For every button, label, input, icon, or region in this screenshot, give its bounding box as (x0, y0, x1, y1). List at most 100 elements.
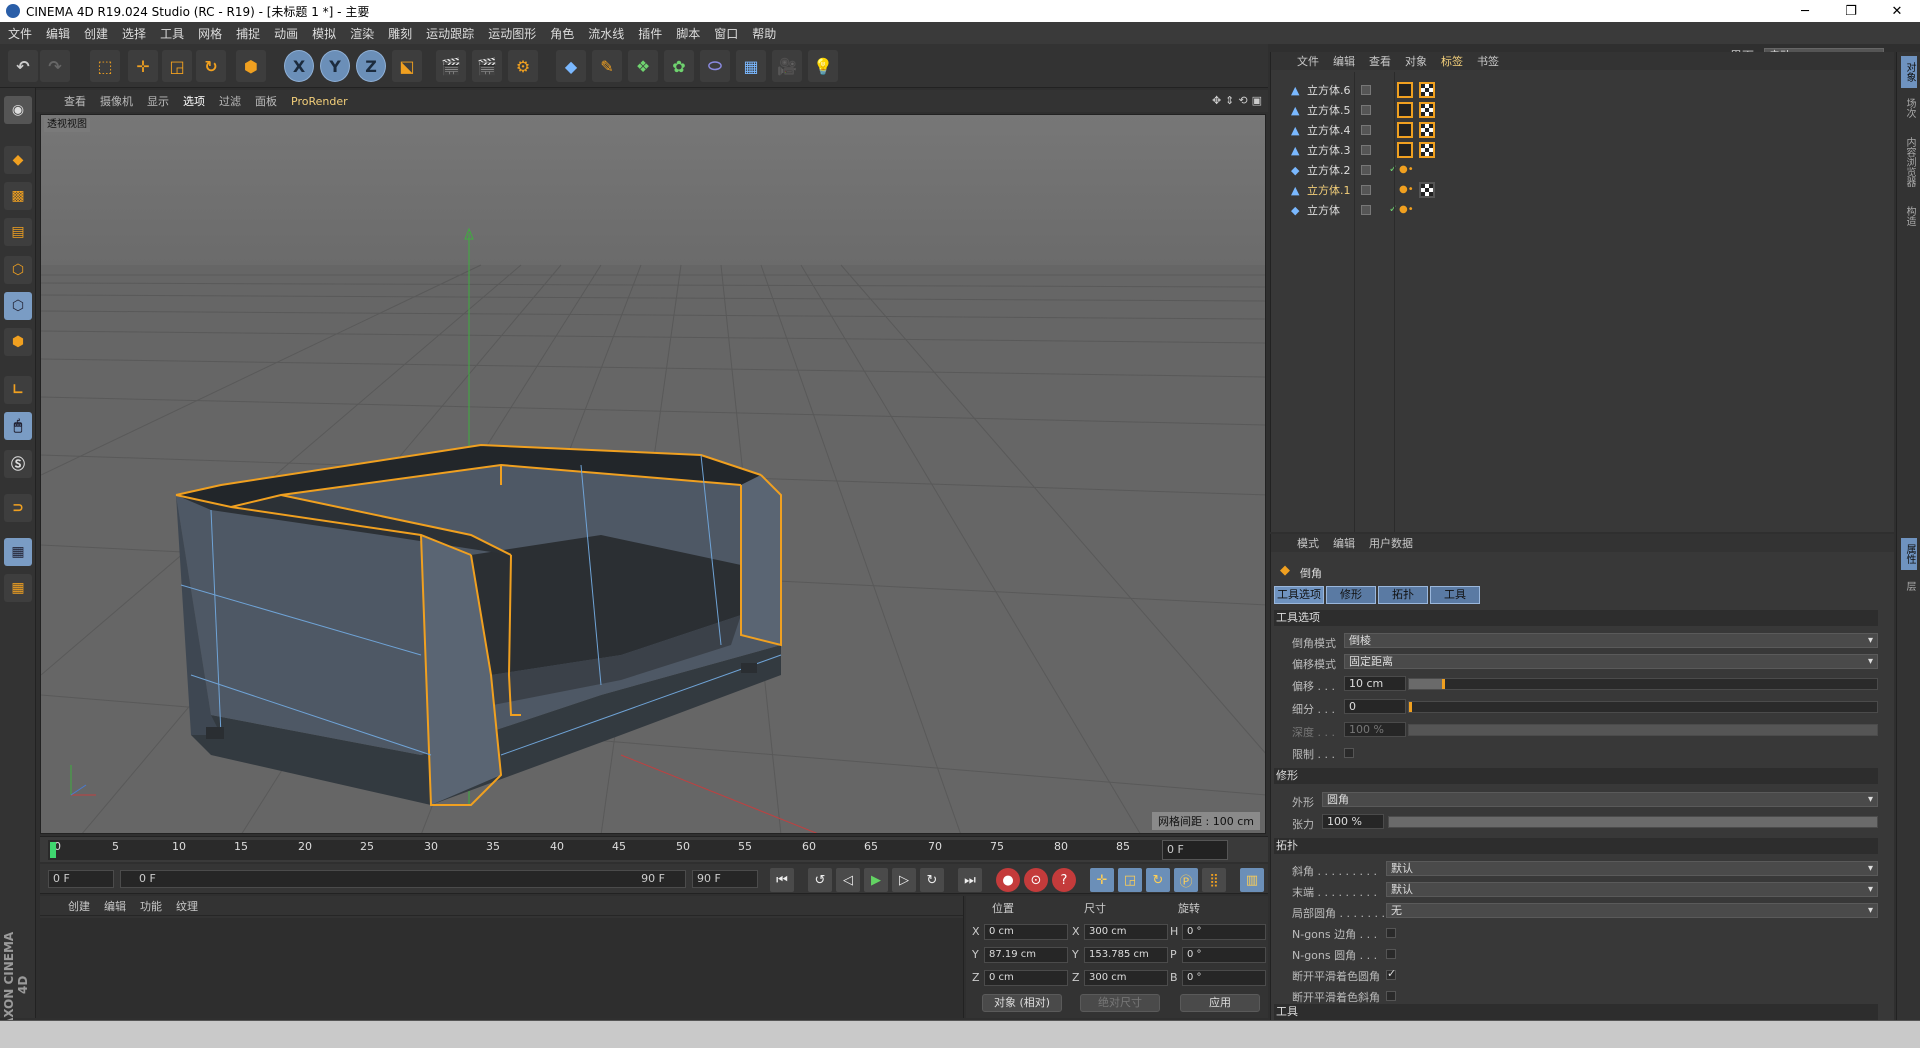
tab-topology[interactable]: 拓扑 (1378, 586, 1428, 604)
render-settings-icon[interactable]: ⚙ (508, 50, 538, 82)
subdivision-slider[interactable] (1408, 701, 1878, 713)
z-axis-lock-button[interactable]: Z (356, 50, 386, 82)
play-icon[interactable]: ▶ (864, 868, 888, 892)
menu-plugins[interactable]: 插件 (638, 25, 662, 42)
offset-field[interactable]: 10 cm (1344, 676, 1406, 691)
menu-mesh[interactable]: 网格 (198, 25, 222, 42)
break-phong-round-checkbox[interactable] (1386, 967, 1396, 980)
object-row[interactable]: ▲ 立方体.5 (1271, 100, 1895, 119)
material-tag-icon[interactable] (1397, 101, 1413, 118)
depth-slider[interactable] (1408, 724, 1878, 736)
key-pla-icon[interactable]: ⣿ (1202, 868, 1226, 892)
enable-axis-icon[interactable]: ∟ (4, 376, 32, 404)
rot-p-field[interactable]: 0 ° (1182, 947, 1266, 963)
object-row[interactable]: ▲ 立方体.4 (1271, 120, 1895, 139)
maximize-icon[interactable]: ❐ (1828, 0, 1874, 22)
tweak-mode-icon[interactable]: 🖱 (4, 412, 32, 440)
pen-spline-icon[interactable]: ✎ (592, 50, 622, 82)
menu-render[interactable]: 渲染 (350, 25, 374, 42)
viewport-menu-panel[interactable]: 面板 (255, 93, 277, 109)
size-mode-dropdown[interactable]: 绝对尺寸 (1080, 994, 1160, 1012)
size-x-field[interactable]: 300 cm (1084, 924, 1168, 940)
visibility-toggle[interactable] (1361, 184, 1371, 195)
object-row[interactable]: ◆ 立方体 ✓ ●• (1271, 200, 1895, 219)
menu-select[interactable]: 选择 (122, 25, 146, 42)
section-tool-options[interactable]: 工具选项 (1274, 610, 1878, 626)
tab-tool-options[interactable]: 工具选项 (1274, 586, 1324, 604)
scale-icon[interactable]: ◲ (162, 50, 192, 82)
object-menu-tags[interactable]: 标签 (1441, 53, 1463, 69)
visibility-toggle[interactable] (1361, 84, 1371, 95)
menu-create[interactable]: 创建 (84, 25, 108, 42)
subdivision-field[interactable]: 0 (1344, 699, 1406, 714)
texture-tag-icon[interactable] (1419, 181, 1435, 198)
move-view-icon[interactable]: ✥ (1212, 94, 1221, 107)
object-row[interactable]: ▲ 立方体.3 (1271, 140, 1895, 159)
playhead[interactable] (50, 842, 56, 858)
start-frame-field[interactable]: 0 F (48, 870, 114, 888)
tab-shaping[interactable]: 修形 (1326, 586, 1376, 604)
ngons-round-checkbox[interactable] (1386, 949, 1396, 959)
side-tab-structure[interactable]: 构造 (1901, 200, 1917, 232)
array-icon[interactable]: ✿ (664, 50, 694, 82)
subdivision-surface-icon[interactable]: ❖ (628, 50, 658, 82)
move-icon[interactable]: ✛ (128, 50, 158, 82)
key-scale-icon[interactable]: ◲ (1118, 868, 1142, 892)
live-selection-icon[interactable]: ⬚ (90, 50, 120, 82)
apply-button[interactable]: 应用 (1180, 994, 1260, 1012)
menu-sculpt[interactable]: 雕刻 (388, 25, 412, 42)
material-tag-icon[interactable] (1397, 141, 1413, 158)
visibility-toggle[interactable] (1361, 124, 1371, 135)
texture-mode-icon[interactable]: ▩ (4, 182, 32, 210)
pos-z-field[interactable]: 0 cm (984, 970, 1068, 986)
polygons-mode-icon[interactable]: ⬢ (4, 328, 32, 356)
menu-mograph[interactable]: 运动图形 (488, 25, 536, 42)
section-topology[interactable]: 拓扑 (1274, 838, 1878, 854)
tension-slider[interactable] (1388, 816, 1878, 828)
timeline-window-icon[interactable]: ▥ (1240, 868, 1264, 892)
attr-menu-mode[interactable]: 模式 (1297, 535, 1319, 551)
autokey-icon[interactable]: ⊙ (1024, 868, 1048, 892)
material-menu-function[interactable]: 功能 (140, 898, 162, 914)
menu-animate[interactable]: 动画 (274, 25, 298, 42)
menu-pipeline[interactable]: 流水线 (588, 25, 624, 42)
goto-end-icon[interactable]: ⏭ (958, 868, 982, 892)
object-row[interactable]: ◆ 立方体.2 ✓ ●• (1271, 160, 1895, 179)
material-menu-texture[interactable]: 纹理 (176, 898, 198, 914)
phong-tag-icon[interactable]: ●• (1399, 164, 1414, 175)
texture-tag-icon[interactable] (1419, 141, 1435, 158)
object-row[interactable]: ▲ 立方体.1 ●• (1271, 180, 1895, 199)
camera-icon[interactable]: 🎥 (772, 50, 802, 82)
menu-file[interactable]: 文件 (8, 25, 32, 42)
material-menu-create[interactable]: 创建 (68, 898, 90, 914)
bevel-mode-dropdown[interactable]: 倒棱 (1344, 633, 1878, 648)
object-menu-view[interactable]: 查看 (1369, 53, 1391, 69)
attr-menu-userdata[interactable]: 用户数据 (1369, 535, 1413, 551)
material-list[interactable] (40, 918, 963, 1018)
section-shaping[interactable]: 修形 (1274, 768, 1878, 784)
object-row[interactable]: ▲ 立方体.6 (1271, 80, 1895, 99)
menu-character[interactable]: 角色 (550, 25, 574, 42)
section-tool[interactable]: 工具 (1274, 1004, 1878, 1020)
side-tab-takes[interactable]: 场次 (1901, 92, 1917, 124)
material-tag-icon[interactable] (1397, 121, 1413, 138)
coordinate-system-icon[interactable]: ⬕ (392, 50, 422, 82)
side-tab-attributes[interactable]: 属性 (1901, 538, 1917, 570)
keyframe-selection-icon[interactable]: ? (1052, 868, 1076, 892)
side-tab-content-browser[interactable]: 内容浏览器 (1901, 130, 1917, 194)
menu-snap[interactable]: 捕捉 (236, 25, 260, 42)
offset-mode-dropdown[interactable]: 固定距离 (1344, 654, 1878, 669)
rotate-view-icon[interactable]: ⟲ (1238, 94, 1247, 107)
timeline-ruler[interactable]: 0 5 10 15 20 25 30 35 40 45 50 55 60 65 … (48, 840, 1228, 860)
current-frame-field[interactable]: 0 F (1162, 840, 1228, 860)
coordinate-mode-dropdown[interactable]: 对象 (相对) (982, 994, 1062, 1012)
pos-y-field[interactable]: 87.19 cm (984, 947, 1068, 963)
floor-icon[interactable]: ▦ (736, 50, 766, 82)
pos-x-field[interactable]: 0 cm (984, 924, 1068, 940)
end-dropdown[interactable]: 默认 (1386, 882, 1878, 897)
light-icon[interactable]: 💡 (808, 50, 838, 82)
texture-tag-icon[interactable] (1419, 81, 1435, 98)
limit-checkbox[interactable] (1344, 748, 1354, 758)
side-tab-objects[interactable]: 对象 (1901, 56, 1917, 88)
depth-field[interactable]: 100 % (1344, 722, 1406, 737)
